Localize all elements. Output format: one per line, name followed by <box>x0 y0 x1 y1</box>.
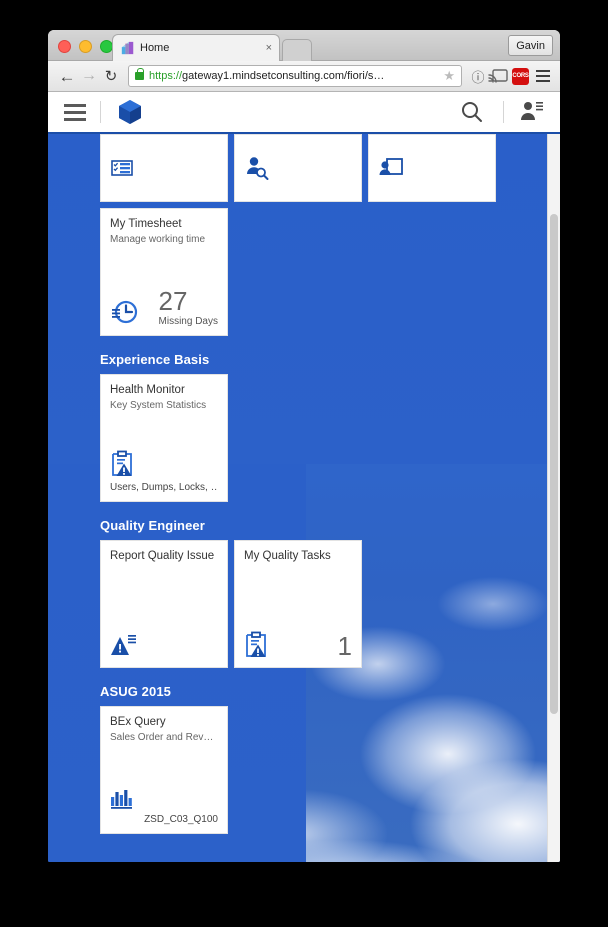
search-icon[interactable] <box>459 99 485 125</box>
tile-subtitle: Sales Order and Rev… <box>110 732 214 744</box>
tile-footer-block: Users, Dumps, Locks, … <box>110 450 218 493</box>
scrollbar-thumb[interactable] <box>550 214 558 714</box>
tile-title: My Timesheet <box>110 218 182 230</box>
browser-toolbar: ← → ↻ https://gateway1.mindsetconsulting… <box>48 61 560 92</box>
group-title-experience-basis: Experience Basis <box>100 352 210 367</box>
tile-row-experience-basis: Health Monitor Key System Statistics Use… <box>100 374 560 502</box>
tile-report-quality-issue[interactable]: Report Quality Issue <box>100 540 228 668</box>
info-circle-icon[interactable]: ⓘ <box>468 67 488 86</box>
group-title-asug-2015: ASUG 2015 <box>100 684 171 699</box>
tile-title: My Quality Tasks <box>244 550 331 562</box>
tile-row-asug-2015: BEx Query Sales Order and Rev… ZSD_C03_Q… <box>100 706 560 834</box>
tile-footer-text: ZSD_C03_Q100 <box>144 814 218 825</box>
page-scrollbar[interactable] <box>547 134 560 862</box>
forward-button[interactable]: → <box>78 68 100 84</box>
group-title-quality-engineer: Quality Engineer <box>100 518 205 533</box>
tile-health-monitor[interactable]: Health Monitor Key System Statistics Use… <box>100 374 228 502</box>
sap-cube-logo[interactable] <box>115 97 145 127</box>
tile-row-partial <box>100 134 560 202</box>
fiori-shell-header <box>48 92 560 134</box>
tile-footer-row: 1 <box>244 631 352 659</box>
clipboard-warning-icon <box>246 631 266 657</box>
cors-extension-icon[interactable]: CORS <box>512 67 529 85</box>
header-divider <box>100 101 101 123</box>
tile-number: 27 <box>158 286 188 317</box>
tile-row-timesheet: My Timesheet Manage working time 27 Miss… <box>100 208 560 336</box>
window-controls[interactable] <box>58 40 113 53</box>
clipboard-warning-icon <box>112 450 132 476</box>
person-search-icon <box>247 157 269 180</box>
browser-window: Home × Gavin ← → ↻ https://gateway1.mind… <box>48 30 560 862</box>
tile-footer-text: Users, Dumps, Locks, … <box>110 482 218 493</box>
tab-close-icon[interactable]: × <box>266 42 272 54</box>
star-icon[interactable]: ★ <box>443 68 455 84</box>
tile-footer-block: ZSD_C03_Q100 <box>110 788 218 825</box>
tile-form-partial[interactable] <box>100 134 228 202</box>
person-card-icon <box>379 158 403 175</box>
tile-title: Health Monitor <box>110 384 185 396</box>
lock-icon <box>135 68 144 80</box>
close-window-button[interactable] <box>58 40 71 53</box>
tile-subtitle: Manage working time <box>110 234 206 246</box>
tile-footer-row: 27 Missing Days <box>110 286 218 327</box>
tab-favicon-icon <box>121 41 134 55</box>
tile-subtitle: Key System Statistics <box>110 400 207 412</box>
url-host-path: gateway1.mindsetconsulting.com/fiori/s… <box>182 70 385 82</box>
tile-title: BEx Query <box>110 716 166 728</box>
reload-button[interactable]: ↻ <box>100 69 122 84</box>
back-button[interactable]: ← <box>56 68 78 85</box>
chrome-menu-icon[interactable] <box>533 67 553 85</box>
tiles-scroll-area: My Timesheet Manage working time 27 Miss… <box>48 134 560 862</box>
time-entry-clock-icon <box>112 300 138 324</box>
tile-row-quality-engineer: Report Quality Issue My Quality Tasks 1 <box>100 540 560 668</box>
fiori-launchpad: My Timesheet Manage working time 27 Miss… <box>48 92 560 862</box>
browser-tab-strip: Home × Gavin <box>48 30 560 61</box>
url-text: https://gateway1.mindsetconsulting.com/f… <box>149 70 443 82</box>
tile-unit: Missing Days <box>158 316 218 327</box>
tile-metric: 27 Missing Days <box>158 286 218 327</box>
tile-footer-row <box>110 633 218 659</box>
header-divider-2 <box>503 101 504 123</box>
new-tab-button[interactable] <box>282 39 312 61</box>
warning-notes-icon <box>111 635 136 655</box>
form-table-icon <box>111 160 133 176</box>
user-actions-icon[interactable] <box>518 99 544 125</box>
tab-title: Home <box>140 42 170 54</box>
tile-person-search-partial[interactable] <box>234 134 362 202</box>
tile-my-timesheet[interactable]: My Timesheet Manage working time 27 Miss… <box>100 208 228 336</box>
tile-canvas: My Timesheet Manage working time 27 Miss… <box>48 134 560 862</box>
browser-tab-home[interactable]: Home × <box>112 34 280 61</box>
screenshot-root: Home × Gavin ← → ↻ https://gateway1.mind… <box>0 0 608 927</box>
bar-chart-icon <box>111 790 132 809</box>
hamburger-menu-icon[interactable] <box>64 100 86 125</box>
tile-title: Report Quality Issue <box>110 550 215 562</box>
cast-icon[interactable] <box>488 69 508 83</box>
tile-person-card-partial[interactable] <box>368 134 496 202</box>
tile-bex-query[interactable]: BEx Query Sales Order and Rev… ZSD_C03_Q… <box>100 706 228 834</box>
tile-my-quality-tasks[interactable]: My Quality Tasks 1 <box>234 540 362 668</box>
profile-button[interactable]: Gavin <box>508 35 553 56</box>
tile-number: 1 <box>337 631 352 662</box>
url-scheme: https:// <box>149 70 183 82</box>
address-bar[interactable]: https://gateway1.mindsetconsulting.com/f… <box>128 65 462 87</box>
minimize-window-button[interactable] <box>79 40 92 53</box>
